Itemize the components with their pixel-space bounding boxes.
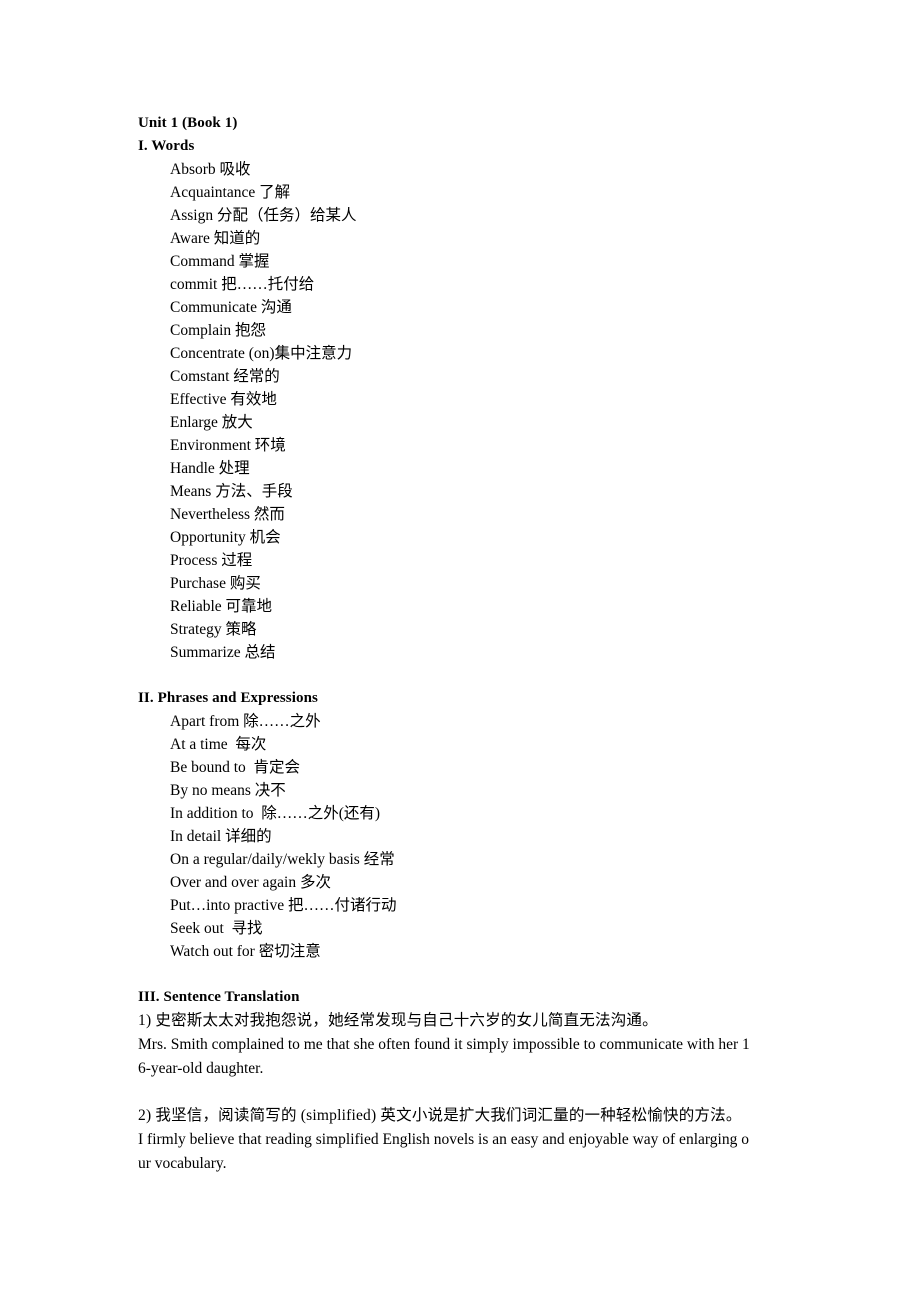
- translation-english-line: ur vocabulary.: [138, 1155, 227, 1172]
- document-page: Unit 1 (Book 1) I. Words Absorb 吸收 Acqua…: [0, 0, 920, 1302]
- list-item: Absorb 吸收: [170, 161, 251, 178]
- list-item: Effective 有效地: [170, 391, 277, 408]
- list-item: Acquaintance 了解: [170, 184, 291, 201]
- list-item: Complain 抱怨: [170, 322, 267, 339]
- translation-english-line: 6-year-old daughter.: [138, 1060, 264, 1077]
- list-item: Communicate 沟通: [170, 299, 292, 316]
- list-item: Handle 处理: [170, 460, 250, 477]
- list-item: Process 过程: [170, 552, 253, 569]
- list-item: Put…into practive 把……付诸行动: [170, 897, 397, 914]
- list-item: Opportunity 机会: [170, 529, 281, 546]
- list-item: In addition to 除……之外(还有): [170, 805, 381, 822]
- list-item: Over and over again 多次: [170, 874, 331, 891]
- list-item: Summarize 总结: [170, 644, 276, 661]
- translation-item: 1) 史密斯太太对我抱怨说，她经常发现与自己十六岁的女儿简直无法沟通。 Mrs.…: [138, 1009, 780, 1081]
- list-item: commit 把……托付给: [170, 276, 315, 293]
- list-item: Purchase 购买: [170, 575, 261, 592]
- list-item: Command 掌握: [170, 253, 270, 270]
- list-item: Comstant 经常的: [170, 368, 280, 385]
- list-item: Concentrate (on)集中注意力: [170, 345, 353, 362]
- list-item: Aware 知道的: [170, 230, 261, 247]
- list-item: Environment 环境: [170, 437, 286, 454]
- translation-english-line: Mrs. Smith complained to me that she oft…: [138, 1036, 750, 1053]
- list-item: Watch out for 密切注意: [170, 943, 321, 960]
- list-item: In detail 详细的: [170, 828, 272, 845]
- list-item: Enlarge 放大: [170, 414, 253, 431]
- list-item: Be bound to 肯定会: [170, 759, 301, 776]
- translation-chinese: 1) 史密斯太太对我抱怨说，她经常发现与自己十六岁的女儿简直无法沟通。: [138, 1012, 658, 1029]
- translation-item: 2) 我坚信，阅读简写的 (simplified) 英文小说是扩大我们词汇量的一…: [138, 1104, 780, 1176]
- list-item: At a time 每次: [170, 736, 267, 753]
- list-item: Strategy 策略: [170, 621, 257, 638]
- translation-english-line: I firmly believe that reading simplified…: [138, 1131, 749, 1148]
- section-heading-phrases: II. Phrases and Expressions: [138, 690, 318, 706]
- list-item: On a regular/daily/wekly basis 经常: [170, 851, 395, 868]
- list-item: Apart from 除……之外: [170, 713, 321, 730]
- list-item: Nevertheless 然而: [170, 506, 285, 523]
- phrase-list: Apart from 除……之外 At a time 每次 Be bound t…: [138, 710, 780, 963]
- section-heading-words: I. Words: [138, 138, 195, 154]
- list-item: Assign 分配（任务）给某人: [170, 207, 357, 224]
- list-item: Seek out 寻找: [170, 920, 263, 937]
- page-title: Unit 1 (Book 1): [138, 115, 238, 131]
- list-item: Means 方法、手段: [170, 483, 293, 500]
- word-list: Absorb 吸收 Acquaintance 了解 Assign 分配（任务）给…: [138, 158, 780, 664]
- list-item: By no means 决不: [170, 782, 286, 799]
- section-heading-translation: III. Sentence Translation: [138, 989, 300, 1005]
- list-item: Reliable 可靠地: [170, 598, 273, 615]
- translation-chinese: 2) 我坚信，阅读简写的 (simplified) 英文小说是扩大我们词汇量的一…: [138, 1107, 742, 1124]
